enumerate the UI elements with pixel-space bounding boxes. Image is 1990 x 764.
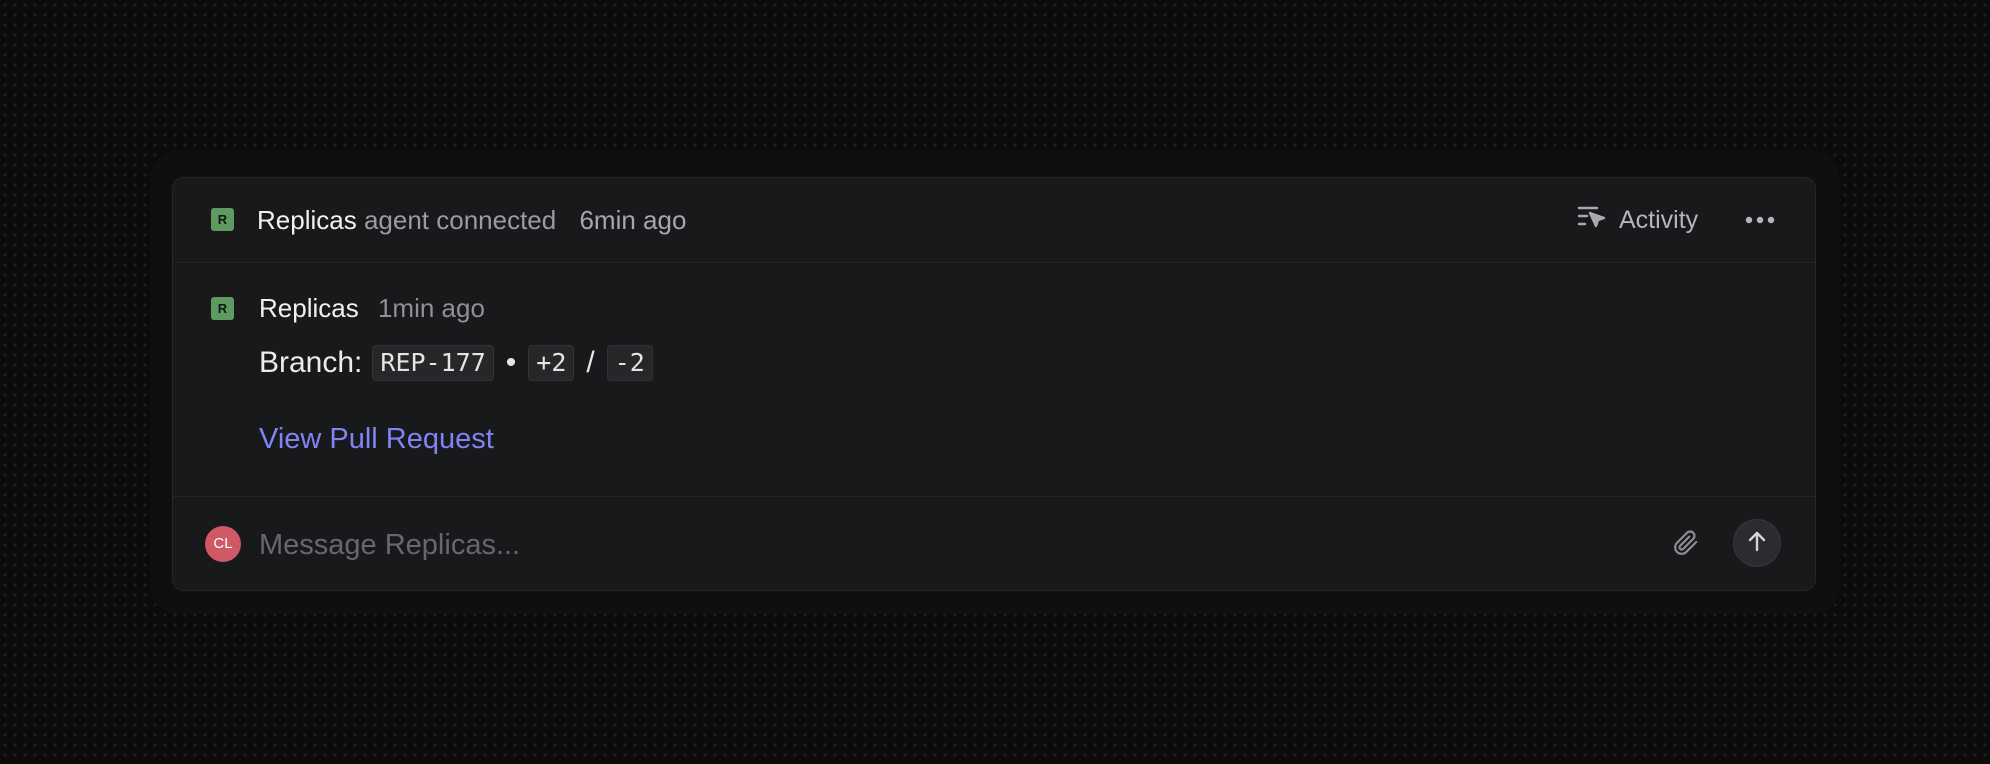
attach-button[interactable] bbox=[1668, 527, 1704, 563]
status-time: 6min ago bbox=[579, 205, 687, 235]
thread-header: R Replicas agent connected 6min ago Acti… bbox=[173, 178, 1815, 263]
message-author: Replicas bbox=[259, 293, 359, 323]
chat-panel: R Replicas agent connected 6min ago Acti… bbox=[150, 150, 1840, 614]
message-composer: CL bbox=[173, 496, 1815, 590]
activity-button[interactable]: Activity bbox=[1577, 200, 1698, 240]
activity-label: Activity bbox=[1619, 205, 1699, 234]
more-options-button[interactable] bbox=[1740, 200, 1780, 240]
paperclip-icon bbox=[1673, 529, 1699, 562]
replicas-badge: R bbox=[211, 208, 234, 231]
message-header: Replicas 1min ago bbox=[259, 289, 485, 327]
more-horizontal-icon bbox=[1745, 211, 1775, 229]
branch-name: REP-177 bbox=[372, 345, 494, 381]
avatar: CL bbox=[205, 526, 241, 562]
replicas-badge: R bbox=[211, 297, 234, 320]
thread-card: R Replicas agent connected 6min ago Acti… bbox=[172, 177, 1816, 591]
connection-status: Replicas agent connected 6min ago bbox=[257, 178, 686, 262]
additions-count: +2 bbox=[528, 345, 575, 381]
send-button[interactable] bbox=[1733, 519, 1781, 567]
bullet-separator: • bbox=[505, 346, 517, 379]
activity-icon bbox=[1577, 204, 1607, 237]
view-pull-request-link[interactable]: View Pull Request bbox=[259, 423, 494, 456]
message-input[interactable] bbox=[257, 517, 1561, 573]
status-text: agent connected bbox=[363, 205, 557, 235]
agent-message: R Replicas 1min ago Branch: REP-177 • +2… bbox=[173, 263, 1815, 471]
branch-info: Branch: REP-177 • +2 / -2 bbox=[259, 341, 653, 385]
arrow-up-icon bbox=[1747, 530, 1767, 557]
slash-separator: / bbox=[586, 346, 595, 379]
agent-name: Replicas bbox=[257, 205, 357, 235]
message-time: 1min ago bbox=[377, 293, 485, 323]
branch-label: Branch: bbox=[259, 346, 363, 379]
deletions-count: -2 bbox=[606, 345, 653, 381]
